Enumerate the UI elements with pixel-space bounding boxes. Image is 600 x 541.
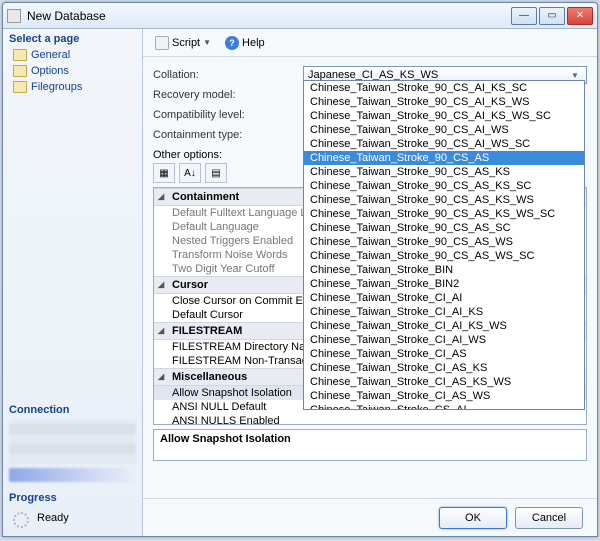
dropdown-item[interactable]: Chinese_Taiwan_Stroke_90_CS_AI_KS_SC	[304, 81, 584, 95]
app-icon	[7, 9, 21, 23]
progress-status: Ready	[37, 512, 69, 524]
dropdown-item[interactable]: Chinese_Taiwan_Stroke_CI_AI_KS_WS	[304, 319, 584, 333]
page-icon	[13, 81, 27, 93]
property-description: Allow Snapshot Isolation	[153, 429, 587, 461]
dropdown-item[interactable]: Chinese_Taiwan_Stroke_CI_AI_KS	[304, 305, 584, 319]
connection-header: Connection	[3, 400, 142, 418]
connection-link[interactable]	[9, 468, 136, 482]
compat-label: Compatibility level:	[153, 109, 303, 121]
help-icon: ?	[225, 36, 239, 50]
script-button[interactable]: Script ▼	[151, 34, 215, 52]
dropdown-item[interactable]: Chinese_Taiwan_Stroke_90_CS_AS	[304, 151, 584, 165]
help-label: Help	[242, 37, 265, 49]
script-icon	[155, 36, 169, 50]
close-button[interactable]: ✕	[567, 7, 593, 25]
progress-spinner-icon	[13, 512, 29, 528]
dropdown-item[interactable]: Chinese_Taiwan_Stroke_CI_AS_KS	[304, 361, 584, 375]
page-icon	[13, 65, 27, 77]
page-options[interactable]: Options	[3, 63, 142, 79]
dropdown-item[interactable]: Chinese_Taiwan_Stroke_CI_AI_WS	[304, 333, 584, 347]
page-label: Filegroups	[31, 81, 82, 93]
alphabetical-button[interactable]: A↓	[179, 163, 201, 183]
dropdown-item[interactable]: Chinese_Taiwan_Stroke_90_CS_AS_WS	[304, 235, 584, 249]
progress-header: Progress	[3, 488, 142, 506]
dropdown-item[interactable]: Chinese_Taiwan_Stroke_CI_AS_WS	[304, 389, 584, 403]
minimize-button[interactable]: —	[511, 7, 537, 25]
dropdown-item[interactable]: Chinese_Taiwan_Stroke_90_CS_AS_KS_SC	[304, 179, 584, 193]
toolbar: Script ▼ ? Help	[143, 29, 597, 57]
page-icon	[13, 49, 27, 61]
right-panel: Script ▼ ? Help Collation: Japanese_CI_A…	[143, 29, 597, 536]
window-title: New Database	[27, 9, 511, 23]
grid-row[interactable]: ANSI NULLS Enabled	[154, 414, 586, 425]
connection-info	[9, 420, 136, 464]
page-label: Options	[31, 65, 69, 77]
dropdown-item[interactable]: Chinese_Taiwan_Stroke_BIN2	[304, 277, 584, 291]
dropdown-item[interactable]: Chinese_Taiwan_Stroke_CS_AI	[304, 403, 584, 410]
dropdown-item[interactable]: Chinese_Taiwan_Stroke_90_CS_AS_KS_WS_SC	[304, 207, 584, 221]
dropdown-item[interactable]: Chinese_Taiwan_Stroke_90_CS_AS_KS	[304, 165, 584, 179]
dialog-window: New Database — ▭ ✕ Select a page General…	[2, 2, 598, 537]
dropdown-item[interactable]: Chinese_Taiwan_Stroke_90_CS_AI_KS_WS	[304, 95, 584, 109]
select-page-header: Select a page	[3, 29, 142, 47]
dropdown-item[interactable]: Chinese_Taiwan_Stroke_CI_AI	[304, 291, 584, 305]
dropdown-item[interactable]: Chinese_Taiwan_Stroke_90_CS_AI_KS_WS_SC	[304, 109, 584, 123]
chevron-down-icon: ▼	[203, 38, 211, 47]
help-button[interactable]: ? Help	[221, 34, 269, 52]
cancel-button[interactable]: Cancel	[515, 507, 583, 529]
collation-label: Collation:	[153, 69, 303, 81]
dropdown-item[interactable]: Chinese_Taiwan_Stroke_90_CS_AS_KS_WS	[304, 193, 584, 207]
grid-key: ANSI NULLS Enabled	[172, 415, 542, 425]
page-label: General	[31, 49, 70, 61]
ok-button[interactable]: OK	[439, 507, 507, 529]
maximize-button[interactable]: ▭	[539, 7, 565, 25]
dropdown-item[interactable]: Chinese_Taiwan_Stroke_CI_AS_KS_WS	[304, 375, 584, 389]
containment-label: Containment type:	[153, 129, 303, 141]
categorized-button[interactable]: ▦	[153, 163, 175, 183]
left-panel: Select a page General Options Filegroups C…	[3, 29, 143, 536]
page-general[interactable]: General	[3, 47, 142, 63]
titlebar[interactable]: New Database — ▭ ✕	[3, 3, 597, 29]
chevron-down-icon: ▼	[568, 71, 582, 80]
recovery-label: Recovery model:	[153, 89, 303, 101]
collation-dropdown-list[interactable]: Chinese_Taiwan_Stroke_90_CS_AI_KS_SCChin…	[303, 80, 585, 410]
dropdown-item[interactable]: Chinese_Taiwan_Stroke_90_CS_AI_WS	[304, 123, 584, 137]
dropdown-item[interactable]: Chinese_Taiwan_Stroke_90_CS_AS_SC	[304, 221, 584, 235]
script-label: Script	[172, 37, 200, 49]
dropdown-item[interactable]: Chinese_Taiwan_Stroke_CI_AS	[304, 347, 584, 361]
properties-button[interactable]: ▤	[205, 163, 227, 183]
page-filegroups[interactable]: Filegroups	[3, 79, 142, 95]
grid-value	[542, 415, 582, 425]
dropdown-item[interactable]: Chinese_Taiwan_Stroke_90_CS_AI_WS_SC	[304, 137, 584, 151]
dropdown-item[interactable]: Chinese_Taiwan_Stroke_90_CS_AS_WS_SC	[304, 249, 584, 263]
dropdown-item[interactable]: Chinese_Taiwan_Stroke_BIN	[304, 263, 584, 277]
